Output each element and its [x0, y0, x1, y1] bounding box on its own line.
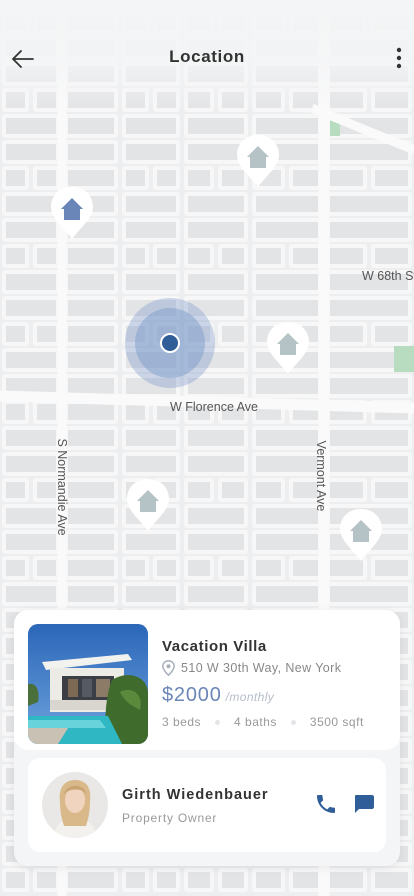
price-period: /monthly [225, 690, 275, 704]
property-price: $2000/monthly [162, 684, 274, 707]
property-marker[interactable] [49, 185, 95, 241]
property-marker[interactable] [125, 477, 171, 533]
owner-name: Girth Wiedenbauer [122, 787, 269, 803]
separator-dot [290, 719, 296, 725]
details-sheet: Vacation Villa 510 W 30th Way, New York … [14, 610, 400, 866]
owner-role: Property Owner [122, 811, 218, 825]
price-value: $2000 [162, 684, 222, 706]
street-label-normandie: S Normandie Ave [55, 438, 69, 536]
street-label-vermont: Vermont Ave [314, 440, 328, 512]
area-size: 3500 sqft [309, 715, 364, 729]
more-vertical-icon[interactable] [392, 44, 406, 72]
property-card[interactable]: Vacation Villa 510 W 30th Way, New York … [14, 610, 400, 750]
property-address: 510 W 30th Way, New York [162, 660, 341, 676]
street-label-florence: W Florence Ave [170, 400, 259, 414]
property-marker[interactable] [338, 507, 384, 563]
property-photo [28, 624, 148, 744]
property-marker[interactable] [265, 320, 311, 376]
phone-icon[interactable] [314, 792, 338, 816]
address-text: 510 W 30th Way, New York [181, 661, 342, 675]
property-name: Vacation Villa [162, 638, 267, 655]
chat-icon[interactable] [352, 792, 376, 816]
owner-card[interactable]: Girth Wiedenbauer Property Owner [28, 758, 386, 852]
page-title: Location [169, 47, 245, 66]
header: Location [0, 0, 414, 110]
location-pin-icon [162, 660, 175, 676]
avatar [42, 772, 108, 838]
street-label-68th: W 68th St [362, 269, 414, 283]
current-location-marker [125, 298, 215, 388]
property-stats: 3 beds 4 baths 3500 sqft [162, 715, 364, 729]
beds-count: 3 beds [162, 715, 202, 729]
separator-dot [215, 719, 221, 725]
baths-count: 4 baths [234, 715, 277, 729]
location-dot [160, 333, 180, 353]
property-marker[interactable] [235, 133, 281, 189]
